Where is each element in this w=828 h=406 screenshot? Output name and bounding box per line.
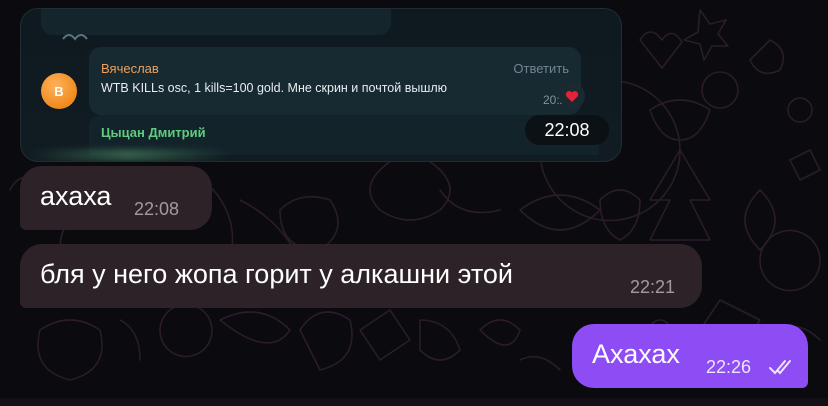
message-text: WTB KILLs osc, 1 kills=100 gold. Мне скр… <box>101 81 448 95</box>
message-text: ахаха <box>40 181 112 211</box>
reply-button[interactable]: Ответить <box>513 61 569 76</box>
sender-name[interactable]: Вячеслав <box>101 61 159 76</box>
forwarded-screenshot[interactable]: В Вячеслав Ответить WTB KILLs osc, 1 kil… <box>20 8 622 162</box>
heart-icon <box>565 90 579 102</box>
glow-strip <box>29 149 229 161</box>
sticker-fragment-icon <box>62 34 88 41</box>
incoming-message-2[interactable]: бля у него жопа горит у алкашни этой 22:… <box>20 244 702 308</box>
double-check-icon <box>769 360 791 375</box>
image-time-badge: 22:08 <box>525 115 609 145</box>
outgoing-message-1[interactable]: Ахахах 22:26 <box>572 324 808 388</box>
avatar[interactable]: В <box>41 73 77 109</box>
message-time: 22:26 <box>706 357 752 377</box>
message-text: Ахахах <box>592 339 680 369</box>
input-bar-edge <box>0 398 828 406</box>
second-sender-name[interactable]: Цыцан Дмитрий <box>101 125 206 140</box>
incoming-message-1[interactable]: ахаха 22:08 <box>20 166 212 230</box>
quoted-message[interactable]: Вячеслав Ответить WTB KILLs osc, 1 kills… <box>89 47 581 115</box>
message-time: 22:21 <box>630 277 676 297</box>
message-time: 22:08 <box>134 199 180 219</box>
heart-reaction[interactable] <box>559 83 585 109</box>
message-text: бля у него жопа горит у алкашни этой <box>40 259 513 289</box>
